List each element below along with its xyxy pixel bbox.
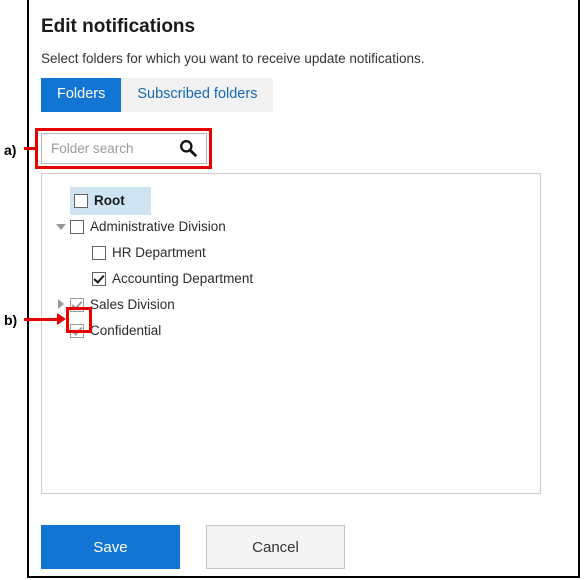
tree-item-content: Administrative Division	[70, 216, 230, 238]
search-input[interactable]	[49, 133, 169, 164]
dialog-header: Edit notifications Select folders for wh…	[41, 16, 541, 112]
tree-item-content: Confidential	[70, 320, 165, 342]
sales-division-checkbox[interactable]	[70, 298, 84, 312]
folder-search	[41, 133, 207, 164]
tree-item-label: Sales Division	[90, 297, 175, 312]
annotation-leader-b	[24, 318, 58, 321]
tree-item-content: HR Department	[92, 242, 210, 264]
dialog-footer: Save Cancel	[41, 525, 345, 569]
accounting-department-checkbox[interactable]	[92, 272, 106, 286]
tree-item-content: Sales Division	[70, 294, 179, 316]
tree-item-label: Administrative Division	[90, 219, 226, 234]
tree-item-label: HR Department	[112, 245, 206, 260]
save-button[interactable]: Save	[41, 525, 180, 569]
tree-item-sales-division[interactable]: Sales Division	[42, 292, 540, 318]
annotation-arrow-b	[57, 313, 66, 325]
confidential-checkbox[interactable]	[70, 324, 84, 338]
folder-tree-panel[interactable]: Root Administrative Division HR Department…	[41, 173, 541, 494]
cancel-button[interactable]: Cancel	[206, 525, 345, 569]
tree-item-label: Accounting Department	[112, 271, 254, 286]
annotation-label-b: b)	[4, 312, 18, 328]
chevron-down-icon[interactable]	[54, 214, 70, 240]
tree-item-content: Root	[70, 187, 151, 215]
folder-tree-list: Root Administrative Division HR Department…	[42, 174, 540, 344]
tree-item-content: Accounting Department	[92, 268, 257, 290]
screenshot-canvas: Edit notifications Select folders for wh…	[0, 0, 584, 580]
page-subtitle: Select folders for which you want to rec…	[41, 51, 425, 66]
page-title: Edit notifications	[41, 16, 196, 37]
tree-item-hr-department[interactable]: HR Department	[42, 240, 540, 266]
tree-item-root[interactable]: Root	[42, 187, 540, 215]
administrative-division-checkbox[interactable]	[70, 220, 84, 234]
tab-subscribed-folders[interactable]: Subscribed folders	[121, 78, 274, 112]
tree-item-accounting-department[interactable]: Accounting Department	[42, 266, 540, 292]
tree-item-label: Root	[94, 193, 125, 208]
tree-item-administrative-division[interactable]: Administrative Division	[42, 214, 540, 240]
tree-item-confidential[interactable]: Confidential	[42, 318, 540, 344]
annotation-label-a: a)	[4, 142, 17, 158]
annotation-leader-a	[24, 147, 38, 150]
tree-item-label: Confidential	[90, 323, 162, 338]
tab-bar: Folders Subscribed folders	[41, 78, 541, 112]
tab-folders[interactable]: Folders	[41, 78, 122, 112]
hr-department-checkbox[interactable]	[92, 246, 106, 260]
root-checkbox[interactable]	[74, 194, 88, 208]
